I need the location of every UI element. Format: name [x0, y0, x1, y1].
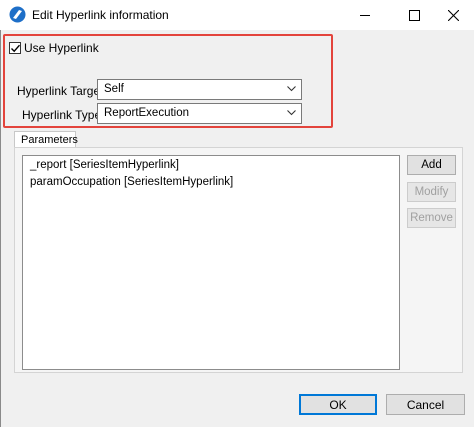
title-bar: Edit Hyperlink information [0, 0, 474, 30]
parameters-list[interactable]: _report [SeriesItemHyperlink] paramOccup… [22, 155, 400, 370]
window-edge [0, 30, 1, 427]
close-button[interactable] [432, 0, 474, 30]
minimize-icon [359, 14, 370, 16]
list-item[interactable]: paramOccupation [SeriesItemHyperlink] [30, 176, 233, 188]
minimize-button[interactable] [344, 0, 386, 30]
remove-button[interactable]: Remove [407, 208, 456, 228]
add-button[interactable]: Add [407, 155, 456, 175]
highlight-box [3, 34, 333, 128]
close-icon [447, 9, 459, 21]
ok-button[interactable]: OK [299, 394, 377, 415]
tab-parameters[interactable]: Parameters [14, 131, 78, 148]
modify-button[interactable]: Modify [407, 182, 456, 202]
window-title: Edit Hyperlink information [32, 8, 169, 22]
cancel-button[interactable]: Cancel [386, 394, 465, 415]
maximize-icon [408, 9, 420, 21]
list-item[interactable]: _report [SeriesItemHyperlink] [30, 159, 179, 171]
maximize-button[interactable] [393, 0, 435, 30]
app-logo-icon [9, 6, 26, 23]
